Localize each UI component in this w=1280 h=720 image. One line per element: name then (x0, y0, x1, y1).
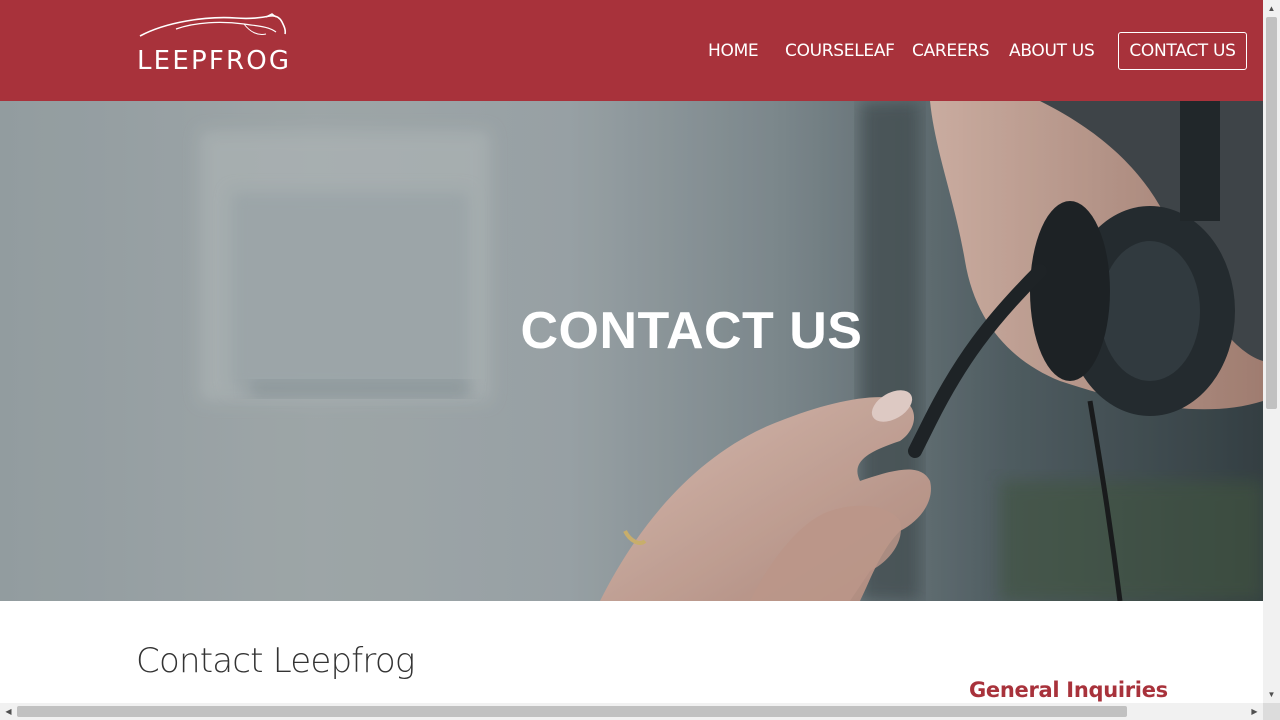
horizontal-scroll-thumb[interactable] (17, 706, 1127, 717)
arrow-left-icon[interactable]: ◀ (0, 703, 17, 720)
nav-home[interactable]: HOME (708, 40, 759, 62)
nav-about-us[interactable]: ABOUT US (1009, 40, 1095, 62)
horizontal-scrollbar[interactable]: ◀ ▶ (0, 703, 1263, 720)
hero-title: CONTACT US (520, 302, 863, 360)
vertical-scrollbar[interactable]: ▲ ▼ (1263, 0, 1280, 703)
arrow-down-icon[interactable]: ▼ (1263, 686, 1280, 703)
scrollbar-corner (1263, 703, 1280, 720)
hero-banner: CONTACT US (0, 101, 1263, 601)
nav-courseleaf[interactable]: COURSELEAF (785, 40, 895, 62)
arrow-up-icon[interactable]: ▲ (1263, 0, 1280, 17)
logo-text: LEEPFROG (137, 46, 292, 76)
nav-careers[interactable]: CAREERS (912, 40, 990, 62)
contact-us-button[interactable]: CONTACT US (1118, 32, 1247, 70)
site-logo[interactable]: LEEPFROG (136, 12, 290, 76)
site-header: LEEPFROG HOME COURSELEAF CAREERS ABOUT U… (0, 0, 1263, 101)
arrow-right-icon[interactable]: ▶ (1246, 703, 1263, 720)
vertical-scroll-thumb[interactable] (1266, 17, 1277, 409)
page-title: Contact Leepfrog (136, 641, 415, 681)
general-inquiries-heading: General Inquiries (969, 678, 1168, 702)
